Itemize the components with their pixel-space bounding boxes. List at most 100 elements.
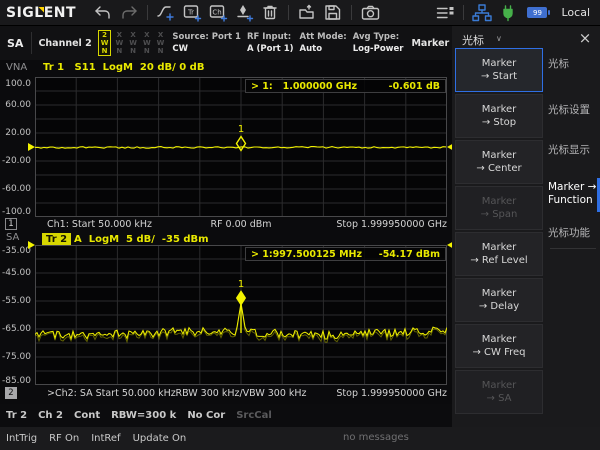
- sa-mode-button[interactable]: SA: [5, 37, 25, 50]
- divider: [147, 5, 148, 20]
- status-trigger: IntTrig: [6, 433, 37, 444]
- redo-icon[interactable]: [116, 2, 142, 24]
- avg-type-menu[interactable]: Avg Type:Log-Power: [353, 31, 404, 55]
- marker-to-cw-freq-button[interactable]: Marker→ CW Freq: [455, 324, 543, 368]
- vna-ytick: 20.00: [0, 128, 31, 138]
- local-mode-label[interactable]: Local: [561, 6, 590, 19]
- power-source-icon[interactable]: [495, 2, 521, 24]
- vna-ytick: 100.0: [0, 79, 31, 89]
- vna-ytick: -100.0: [0, 207, 31, 217]
- vna-footer-start: Ch1: Start 50.000 kHz: [47, 219, 152, 230]
- marker-to-delay-button[interactable]: Marker→ Delay: [455, 278, 543, 322]
- rail-item-marker-function[interactable]: Marker → Function: [548, 181, 598, 207]
- message-area: no messages: [343, 432, 409, 443]
- vna-ytick: 60.00: [0, 100, 31, 110]
- battery-percent: 99: [533, 9, 542, 17]
- undo-icon[interactable]: [90, 2, 116, 24]
- marker-to-sa-button: Marker→ SA: [455, 370, 543, 414]
- active-channel-cell[interactable]: 2WN: [98, 30, 112, 56]
- sa-ytick: -65.00: [0, 324, 31, 334]
- marker-to-ref-level-button[interactable]: Marker→ Ref Level: [455, 232, 543, 276]
- sa-ref-level-marker-left: [28, 241, 35, 249]
- vna-window-label: VNA: [6, 62, 27, 73]
- sidebar-title[interactable]: 光标: [462, 32, 484, 48]
- vna-channel-box[interactable]: 1: [5, 218, 17, 230]
- sa-ytick: -85.00: [0, 376, 31, 386]
- instrument-screen: SIGLENT Tr Ch 99 Local SA Channel 2 2WN …: [0, 0, 600, 450]
- add-channel-icon[interactable]: Ch: [205, 2, 231, 24]
- system-status-bar: IntTrig RF On IntRef Update On no messag…: [0, 427, 600, 450]
- svg-text:Tr: Tr: [186, 8, 193, 16]
- rf-input-menu[interactable]: RF Input:A (Port 1): [247, 31, 294, 55]
- rail-item-marker-display[interactable]: 光标显示: [548, 144, 598, 157]
- vna-marker-readout: > 1: 1.000000 GHz-0.601 dB: [245, 79, 446, 93]
- sa-marker-readout: > 1:997.500125 MHz-54.17 dBm: [245, 247, 446, 261]
- vna-ytick: -20.00: [0, 156, 31, 166]
- vna-footer-stop: Stop 1.999950000 GHz: [247, 219, 447, 230]
- channel-cell[interactable]: XWN: [127, 31, 139, 55]
- battery-indicator[interactable]: 99: [527, 7, 547, 18]
- sa-ytick: -35.00: [0, 246, 31, 256]
- status-ref: IntRef: [91, 433, 120, 444]
- status-rbw: RBW=300 k: [111, 410, 176, 421]
- marker-to-stop-button[interactable]: Marker→ Stop: [455, 94, 543, 138]
- add-trace-icon[interactable]: [153, 2, 179, 24]
- marker-to-span-button: Marker→ Span: [455, 186, 543, 230]
- svg-text:Ch: Ch: [212, 8, 221, 16]
- source-menu[interactable]: Source: Port 1CW: [172, 31, 241, 55]
- status-srccal: SrcCal: [236, 410, 272, 421]
- channel-window-indicator[interactable]: 2WN XWN XWN XWN XWN: [98, 30, 167, 56]
- marker-to-center-button[interactable]: Marker→ Center: [455, 140, 543, 184]
- rail-item-marker[interactable]: 光标: [548, 58, 598, 71]
- menu-list-icon[interactable]: [432, 2, 458, 24]
- top-toolbar: SIGLENT Tr Ch 99 Local: [0, 0, 600, 26]
- sa-ytick: -75.00: [0, 352, 31, 362]
- status-channel: Ch 2: [38, 410, 63, 421]
- vna-plot[interactable]: 1: [35, 77, 447, 217]
- close-icon[interactable]: ×: [576, 29, 594, 47]
- rail-item-marker-setup[interactable]: 光标设置: [548, 104, 598, 117]
- add-tr-window-icon[interactable]: Tr: [179, 2, 205, 24]
- sa-ytick: -55.00: [0, 296, 31, 306]
- divider: [288, 5, 289, 20]
- divider: [463, 5, 464, 20]
- channel-menubar: SA Channel 2 2WN XWN XWN XWN XWN Source:…: [0, 26, 452, 60]
- status-trace: Tr 2: [6, 410, 27, 421]
- status-rf: RF On: [49, 433, 79, 444]
- add-marker-icon[interactable]: [231, 2, 257, 24]
- svg-text:1: 1: [238, 124, 244, 135]
- screenshot-icon[interactable]: [357, 2, 383, 24]
- channel-selector[interactable]: Channel 2: [38, 38, 91, 49]
- marker-to-start-button[interactable]: Marker→ Start: [455, 48, 543, 92]
- sa-footer-stop: Stop 1.999950000 GHz: [247, 388, 447, 399]
- network-icon[interactable]: [469, 2, 495, 24]
- chevron-down-icon[interactable]: ∨: [496, 34, 502, 43]
- channel-cell[interactable]: XWN: [155, 31, 167, 55]
- load-file-icon[interactable]: [294, 2, 320, 24]
- att-mode-menu[interactable]: Att Mode:Auto: [300, 31, 347, 55]
- status-correction: No Cor: [187, 410, 225, 421]
- vna-ref-level-marker-left: [28, 143, 35, 151]
- divider: [31, 32, 32, 54]
- svg-text:1: 1: [238, 279, 244, 290]
- divider: [351, 5, 352, 20]
- sa-plot[interactable]: 1: [35, 245, 447, 385]
- status-sweep: Cont: [74, 410, 100, 421]
- channel-cell[interactable]: XWN: [113, 31, 125, 55]
- marker-menu-button[interactable]: Marker 1: [409, 38, 452, 49]
- save-icon[interactable]: [320, 2, 346, 24]
- sa-ytick: -45.00: [0, 268, 31, 278]
- vna-ytick: -60.00: [0, 184, 31, 194]
- status-update: Update On: [133, 433, 187, 444]
- sa-trace-header[interactable]: A LogM 5 dB/ -35 dBm: [74, 234, 209, 245]
- delete-icon[interactable]: [257, 2, 283, 24]
- sa-window-label: SA: [6, 232, 19, 243]
- sa-channel-box[interactable]: 2: [5, 387, 17, 399]
- vna-trace-header[interactable]: Tr 1 S11 LogM 20 dB/ 0 dB: [43, 62, 204, 73]
- marker-sidebar: 光标 ∨ × Marker→ Start Marker→ Stop Marker…: [452, 26, 600, 427]
- divider: [550, 248, 596, 249]
- siglent-logo: SIGLENT: [6, 5, 76, 21]
- rail-item-marker-func-cn[interactable]: 光标功能: [548, 227, 598, 240]
- channel-cell[interactable]: XWN: [141, 31, 153, 55]
- trace-status-bar: Tr 2 Ch 2 Cont RBW=300 k No Cor SrcCal: [0, 404, 452, 427]
